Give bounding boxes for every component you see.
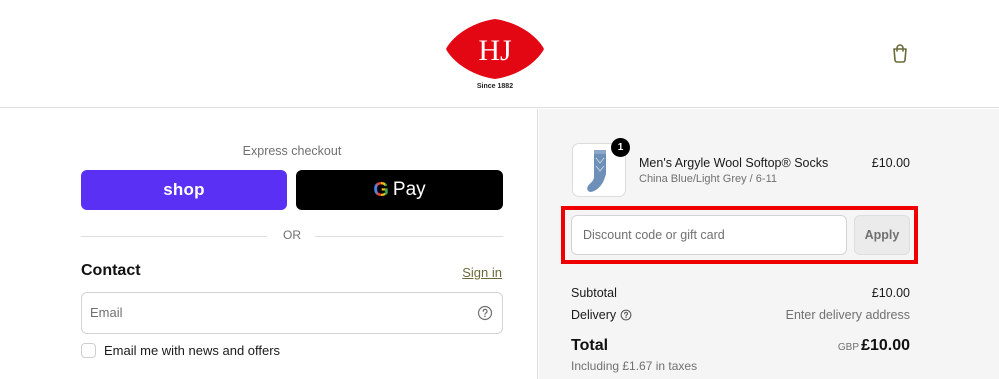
delivery-value: Enter delivery address [785,308,910,322]
subtotal-label: Subtotal [571,286,617,300]
product-price: £10.00 [871,156,910,170]
total-currency: GBP [837,342,859,353]
tax-note: Including £1.67 in taxes [571,359,698,373]
hj-logo-diamond-icon: HJ [446,19,544,79]
total-label: Total [571,337,609,354]
google-pay-button[interactable]: G Pay [296,170,503,210]
total-value: £10.00 [861,337,910,354]
subtotal-value: £10.00 [871,286,910,300]
express-checkout-label: Express checkout [242,144,342,158]
shop-pay-button[interactable]: shop [81,170,287,210]
divider-line-right [315,236,503,237]
cart-button[interactable] [888,41,912,65]
email-field[interactable] [81,292,503,334]
logo-letters: HJ [478,34,512,67]
or-divider: OR [81,228,503,244]
discount-code-field[interactable] [571,215,847,255]
newsletter-checkbox[interactable] [81,343,96,358]
or-divider-text: OR [283,228,301,242]
order-summary-panel: 1 Men's Argyle Wool Softop® Socks China … [539,109,999,379]
checkout-form-panel: Express checkout shop G Pay OR Contact S… [0,109,538,379]
hj-logo[interactable]: HJ Since 1882 [444,17,546,95]
apply-discount-button[interactable]: Apply [854,215,910,255]
product-variant: China Blue/Light Grey / 6-11 [639,173,777,185]
email-input[interactable] [90,305,470,320]
shop-pay-label: shop [163,180,205,199]
question-circle-icon[interactable] [620,309,632,321]
discount-code-input[interactable] [583,228,833,242]
checkout-header: HJ Since 1882 [0,0,999,108]
shopping-bag-icon [893,44,907,63]
google-pay-label: Pay [392,179,426,200]
contact-heading: Contact [81,262,141,279]
question-circle-icon[interactable] [477,305,493,321]
logo-tagline: Since 1882 [476,83,514,90]
newsletter-label[interactable]: Email me with news and offers [104,343,280,358]
quantity-badge: 1 [611,138,630,157]
delivery-label: Delivery [571,308,617,322]
product-name: Men's Argyle Wool Softop® Socks [639,156,829,170]
discount-highlight-box: Apply [561,206,918,264]
google-g-icon: G [373,179,389,201]
delivery-row-label: Delivery [571,308,632,322]
sign-in-link[interactable]: Sign in [462,265,502,280]
socks-image [587,150,606,192]
